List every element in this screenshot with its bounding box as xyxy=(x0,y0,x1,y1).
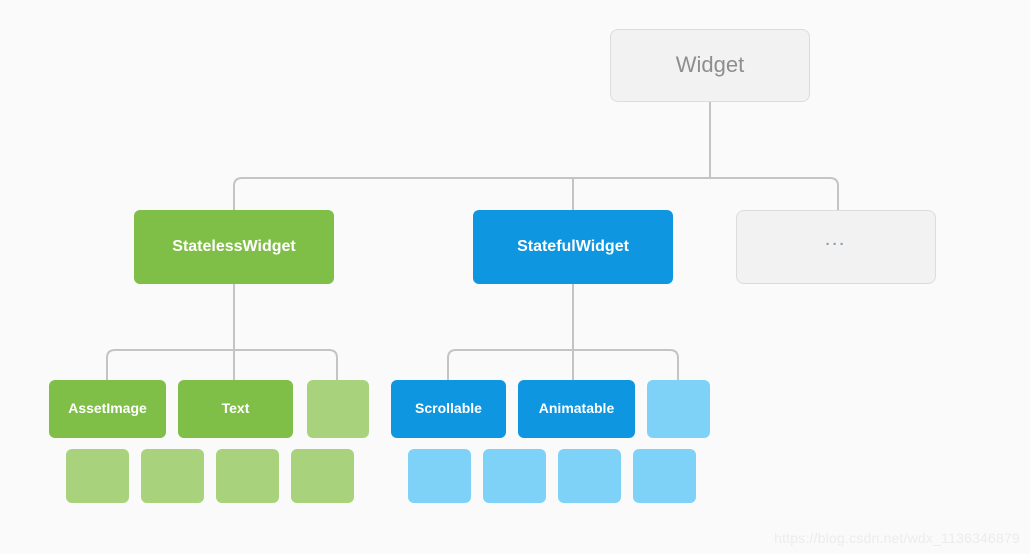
connector-level3-bus-blue xyxy=(447,349,679,380)
node-assetimage[interactable]: AssetImage xyxy=(49,380,166,438)
node-widget-label: Widget xyxy=(675,52,745,78)
node-leaf-green-3[interactable] xyxy=(216,449,279,503)
node-scrollable-label: Scrollable xyxy=(415,400,482,417)
node-leaf-blue-4[interactable] xyxy=(633,449,696,503)
node-widget[interactable]: Widget xyxy=(610,29,810,102)
connector-level2-bus xyxy=(233,177,839,210)
node-leaf-blue-2[interactable] xyxy=(483,449,546,503)
connector-level3-bus-green xyxy=(106,349,338,380)
node-leaf-blue-1[interactable] xyxy=(408,449,471,503)
node-animatable-label: Animatable xyxy=(538,400,615,417)
node-text-label: Text xyxy=(221,400,250,417)
node-leaf-green-1[interactable] xyxy=(66,449,129,503)
watermark-text: https://blog.csdn.net/wdx_1136346879 xyxy=(774,530,1020,546)
node-stateful-widget-label: StatefulWidget xyxy=(517,238,629,256)
node-stateless-widget[interactable]: StatelessWidget xyxy=(134,210,334,284)
node-leaf-green-4[interactable] xyxy=(291,449,354,503)
node-more-placeholder-label: ··· xyxy=(825,235,847,253)
node-more-placeholder[interactable]: ··· xyxy=(736,210,936,284)
node-stateless-widget-label: StatelessWidget xyxy=(172,238,296,256)
node-green-extra[interactable] xyxy=(307,380,369,438)
node-stateful-widget[interactable]: StatefulWidget xyxy=(473,210,673,284)
node-animatable[interactable]: Animatable xyxy=(518,380,635,438)
widget-hierarchy-diagram: Widget StatelessWidget StatefulWidget ··… xyxy=(0,0,1030,554)
node-leaf-green-2[interactable] xyxy=(141,449,204,503)
node-scrollable[interactable]: Scrollable xyxy=(391,380,506,438)
node-assetimage-label: AssetImage xyxy=(68,400,147,417)
node-text[interactable]: Text xyxy=(178,380,293,438)
node-leaf-blue-3[interactable] xyxy=(558,449,621,503)
node-blue-extra[interactable] xyxy=(647,380,710,438)
